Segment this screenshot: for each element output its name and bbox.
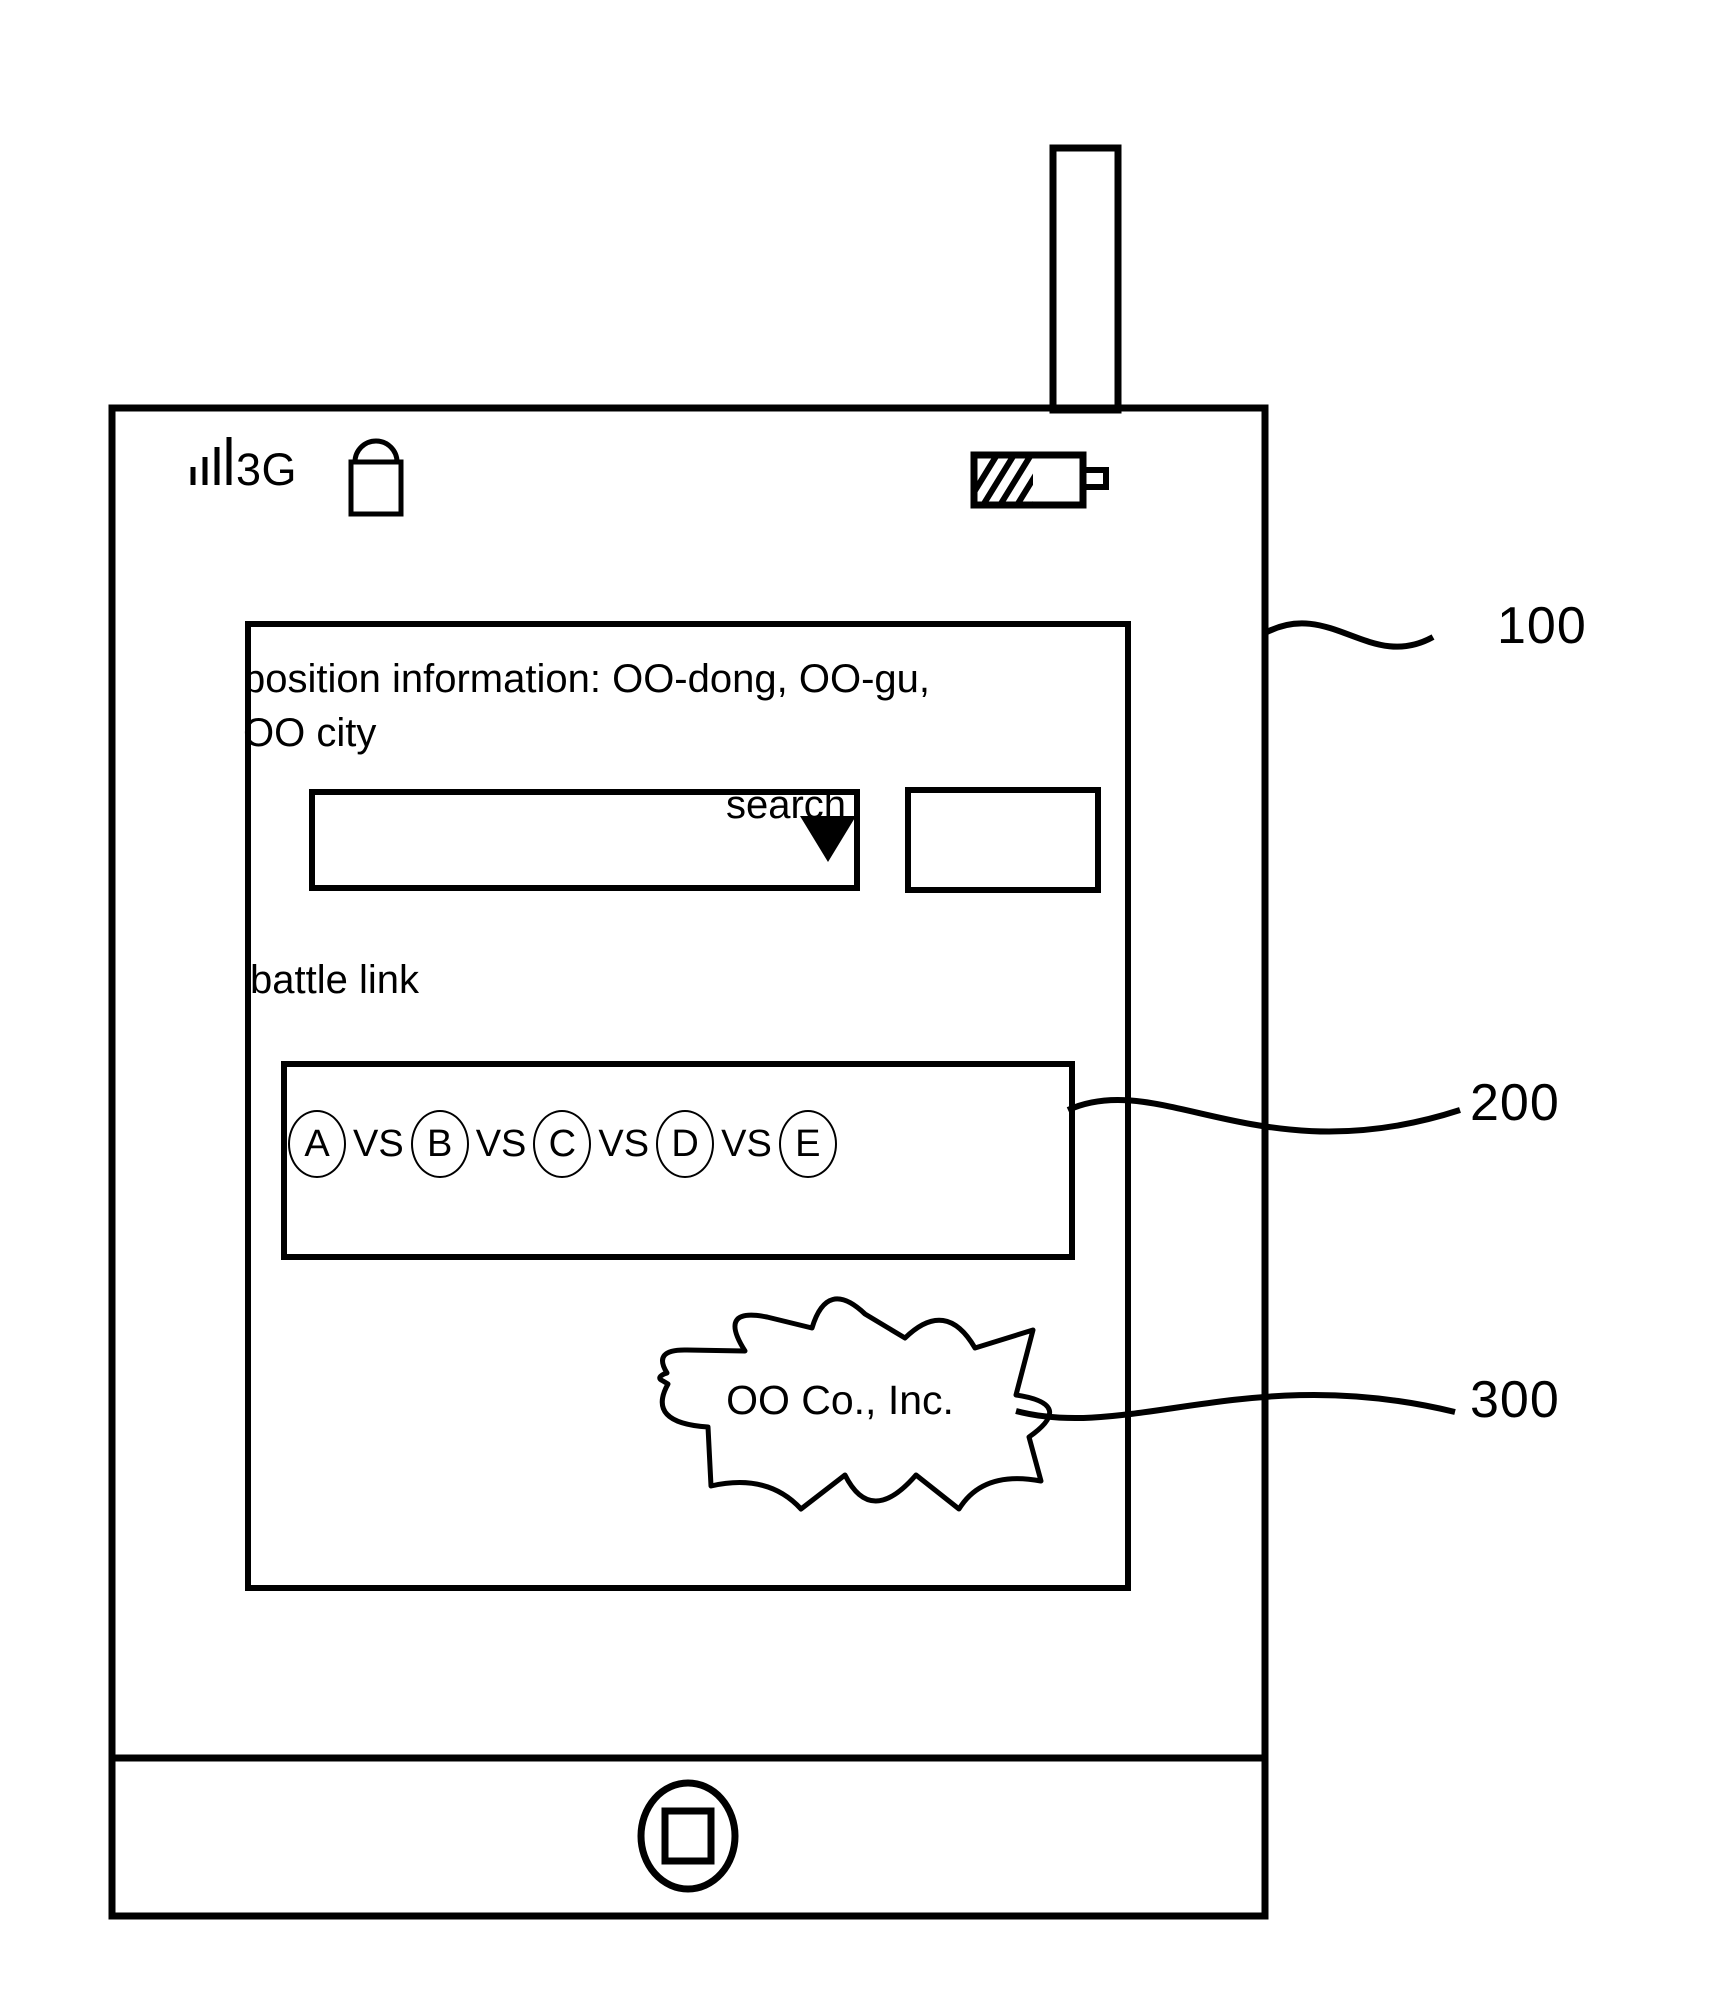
vs-separator-label: VS [353,1123,404,1165]
home-button-circle[interactable] [637,1779,739,1893]
home-button-square-icon [661,1807,715,1865]
battle-link-label: battle link [250,958,419,1002]
battle-participant-chip[interactable]: C [533,1110,592,1178]
search-button-box[interactable] [905,787,1101,893]
battle-link-matchup-row[interactable]: A VS B VS C VS D VS E [288,1108,848,1180]
vs-separator-label: VS [475,1123,527,1165]
leader-line-300 [1015,1392,1456,1421]
position-information-text: position information: OO-dong, OO-gu, OO… [243,657,930,755]
battle-participant-chip[interactable]: D [656,1110,715,1178]
reference-numeral-200: 200 [1470,1074,1560,1132]
reference-numeral-100: 100 [1497,597,1587,655]
antenna-icon [1049,144,1122,414]
screen-content-frame [245,621,1131,1591]
patent-figure: 3G position information: OO-dong, OO-gu,… [0,0,1714,2006]
lock-icon [348,438,404,517]
search-button-label[interactable]: search [712,785,860,825]
status-network-label: 3G [236,444,298,495]
battery-icon [970,451,1109,509]
figure-linework [108,144,1461,1920]
vs-separator-label: VS [598,1123,650,1165]
leader-line-100 [1263,620,1435,650]
advertisement-burst-label[interactable]: OO Co., Inc. [690,1380,990,1421]
battle-participant-chip[interactable]: A [288,1110,346,1178]
reference-numeral-300: 300 [1470,1371,1560,1429]
battle-participant-chip[interactable]: B [410,1110,469,1178]
battle-participant-chip[interactable]: E [778,1110,837,1178]
signal-bars-icon [190,437,232,485]
vs-separator-label: VS [721,1123,772,1165]
